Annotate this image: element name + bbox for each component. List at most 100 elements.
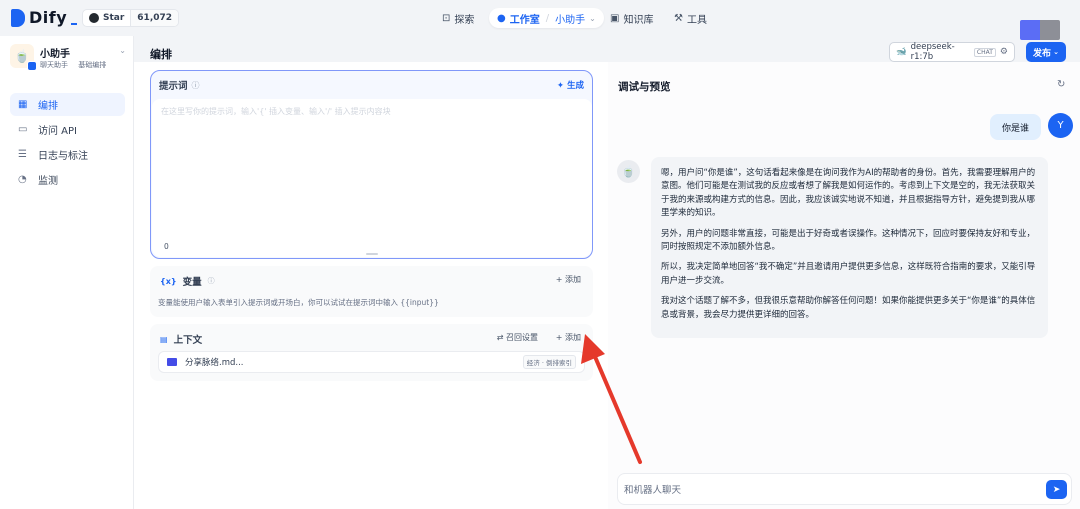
variable-icon: {x} — [160, 276, 177, 286]
model-selector-button[interactable]: 🐋 deepseek-r1:7b CHAT ⚙ — [889, 42, 1015, 62]
recall-settings-button[interactable]: ⇄ 召回设置 — [497, 332, 538, 343]
bot-paragraph: 另外，用户的问题非常直接，可能是出于好奇或者误操作。这种情况下，回应时要保持友好… — [661, 228, 1036, 253]
chat-input[interactable] — [624, 481, 1024, 499]
github-icon — [89, 13, 99, 23]
page-title: 编排 — [150, 48, 172, 61]
sidebar-item-label: 访问 API — [38, 126, 77, 137]
sidebar-item-api[interactable]: ▭ 访问 API — [10, 118, 125, 141]
recall-label: 召回设置 — [506, 333, 538, 342]
nav-current-app[interactable]: 小助手 — [555, 11, 585, 26]
app-switcher[interactable]: 🍵 小助手 聊天助手 基础编排 ⌄ — [10, 44, 126, 72]
compass-icon: ⊡ — [442, 12, 451, 24]
teapot-icon: 🍵 — [621, 165, 636, 178]
logo-underscore — [71, 22, 78, 25]
help-icon[interactable]: ⓘ — [208, 276, 215, 286]
model-name: deepseek-r1:7b — [910, 42, 955, 62]
sidebar-item-label: 编排 — [38, 101, 58, 112]
add-context-button[interactable]: + 添加 — [556, 332, 581, 343]
chevron-down-icon[interactable]: ⌄ — [589, 14, 596, 23]
prompt-placeholder: 在这里写你的提示词，输入'{' 插入变量、输入'/' 插入提示内容块 — [161, 107, 391, 116]
nav-studio[interactable]: ● 工作室 / 小助手 ⌄ — [489, 8, 604, 28]
dataset-tag: 经济 · 倒排索引 — [522, 355, 576, 369]
user-message-text: 你是谁 — [1002, 123, 1030, 134]
bot-message: 嗯，用户问“你是谁”，这句话看起来像是在询问我作为AI的帮助者的身份。首先，我需… — [651, 157, 1048, 338]
help-icon[interactable]: ⓘ — [192, 80, 200, 91]
sidebar-item-orchestrate[interactable]: ▦ 编排 — [10, 93, 125, 116]
github-star-button[interactable]: Star 61,072 — [82, 9, 180, 27]
generate-button[interactable]: ✦ 生成 — [557, 79, 584, 91]
variables-description: 变量能使用户输入表单引入提示词或开场白，你可以试试在提示词中输入 {{input… — [158, 298, 439, 307]
model-tag: CHAT — [973, 47, 996, 57]
monitor-icon: ◔ — [18, 174, 27, 185]
nav-knowledge[interactable]: ▣ 知识库 — [610, 8, 653, 28]
context-header: ▤ 上下文 — [160, 332, 203, 347]
robot-icon: ● — [497, 12, 506, 24]
chat-badge-icon — [27, 61, 37, 71]
nav-tools[interactable]: ⚒ 工具 — [674, 8, 707, 28]
file-list-icon: ☰ — [18, 149, 27, 160]
add-label: 添加 — [565, 275, 581, 284]
refresh-icon[interactable]: ↻ — [1057, 79, 1065, 90]
chat-input-box: ➤ — [617, 473, 1072, 505]
sidebar-item-logs[interactable]: ☰ 日志与标注 — [10, 143, 125, 166]
publish-label: 发布 — [1033, 48, 1052, 59]
book-icon: ▣ — [610, 12, 620, 24]
document-icon: ▤ — [160, 334, 168, 344]
bot-paragraph: 所以，我决定简单地回答“我不确定”并且邀请用户提供更多信息，这样既符合指南的要求… — [661, 262, 1036, 286]
left-sidebar: 🍵 小助手 聊天助手 基础编排 ⌄ ▦ 编排 ▭ 访问 API ☰ 日志与标注 … — [0, 36, 134, 509]
brand-name: Dify — [29, 8, 68, 27]
prompt-char-count: 0 — [164, 242, 169, 251]
nav-studio-label: 工作室 — [509, 14, 540, 26]
nav-explore-label: 探索 — [454, 14, 475, 26]
bot-paragraph: 嗯，用户问“你是谁”，这句话看起来像是在询问我作为AI的帮助者的身份。首先，我需… — [661, 168, 1036, 219]
edit-icon: ▦ — [18, 99, 28, 110]
chevron-down-icon[interactable]: ⌄ — [119, 46, 126, 55]
context-section: ▤ 上下文 ⇄ 召回设置 + 添加 分享脉络.md... 经济 · 倒排索引 — [150, 324, 593, 381]
add-label: 添加 — [565, 333, 581, 342]
logo-mark-icon — [11, 8, 25, 27]
sidebar-item-label: 日志与标注 — [38, 151, 88, 162]
dataset-name: 分享脉络.md... — [185, 358, 244, 368]
nav-explore[interactable]: ⊡ 探索 — [442, 8, 474, 28]
prompt-label: 提示词 — [159, 81, 188, 92]
prompt-textarea[interactable]: 在这里写你的提示词，输入'{' 插入变量、输入'/' 插入提示内容块 0 — [152, 99, 592, 257]
sidebar-item-monitor[interactable]: ◔ 监测 — [10, 168, 125, 191]
prompt-editor: 提示词 ⓘ ✦ 生成 在这里写你的提示词，输入'{' 插入变量、输入'/' 插入… — [150, 70, 593, 259]
hammer-icon: ⚒ — [674, 12, 683, 24]
app-type: 聊天助手 — [40, 61, 68, 69]
github-star-count: 61,072 — [130, 10, 179, 26]
sidebar-menu: ▦ 编排 ▭ 访问 API ☰ 日志与标注 ◔ 监测 — [10, 93, 125, 193]
publish-button[interactable]: 发布 ⌄ — [1026, 42, 1066, 62]
settings-sliders-icon[interactable]: ⚙ — [1000, 47, 1008, 57]
app-meta: 聊天助手 基础编排 — [40, 60, 114, 70]
variables-section: {x} 变量 ⓘ + 添加 变量能使用户输入表单引入提示词或开场白，你可以试试在… — [150, 266, 593, 317]
app-name: 小助手 — [40, 49, 70, 60]
nav-knowledge-label: 知识库 — [623, 14, 654, 26]
prompt-header: 提示词 ⓘ ✦ 生成 — [151, 71, 592, 99]
chevron-down-icon: ⌄ — [1053, 48, 1059, 56]
dify-logo[interactable]: Dify — [11, 8, 78, 27]
resize-handle[interactable] — [366, 253, 378, 255]
user-message: 你是谁 — [990, 114, 1042, 140]
preview-title: 调试与预览 — [618, 81, 671, 93]
variables-label: 变量 — [182, 277, 202, 288]
sidebar-item-label: 监测 — [38, 176, 58, 187]
context-dataset-item[interactable]: 分享脉络.md... 经济 · 倒排索引 — [158, 351, 585, 373]
bot-avatar: 🍵 — [617, 160, 640, 183]
nav-tools-label: 工具 — [686, 14, 707, 26]
terminal-icon: ▭ — [18, 124, 28, 135]
context-label: 上下文 — [173, 335, 203, 346]
github-star-label: Star — [103, 13, 125, 23]
user-avatar: Y — [1048, 113, 1073, 138]
send-icon: ➤ — [1052, 484, 1061, 495]
account-avatar[interactable] — [1020, 20, 1060, 40]
send-button[interactable]: ➤ — [1046, 480, 1067, 499]
generate-label: 生成 — [566, 81, 584, 91]
folder-icon — [167, 358, 177, 366]
model-icon: 🐋 — [896, 47, 907, 57]
add-variable-button[interactable]: + 添加 — [556, 274, 581, 285]
variables-header: {x} 变量 ⓘ — [160, 274, 215, 289]
bot-paragraph: 我对这个话题了解不多，但我很乐意帮助你解答任何问题！如果你能提供更多关于“你是谁… — [661, 296, 1036, 320]
top-bar: Dify Star 61,072 ⊡ 探索 ● 工作室 / 小助手 ⌄ ▣ 知识… — [0, 0, 1080, 40]
app-icon: 🍵 — [10, 44, 37, 71]
